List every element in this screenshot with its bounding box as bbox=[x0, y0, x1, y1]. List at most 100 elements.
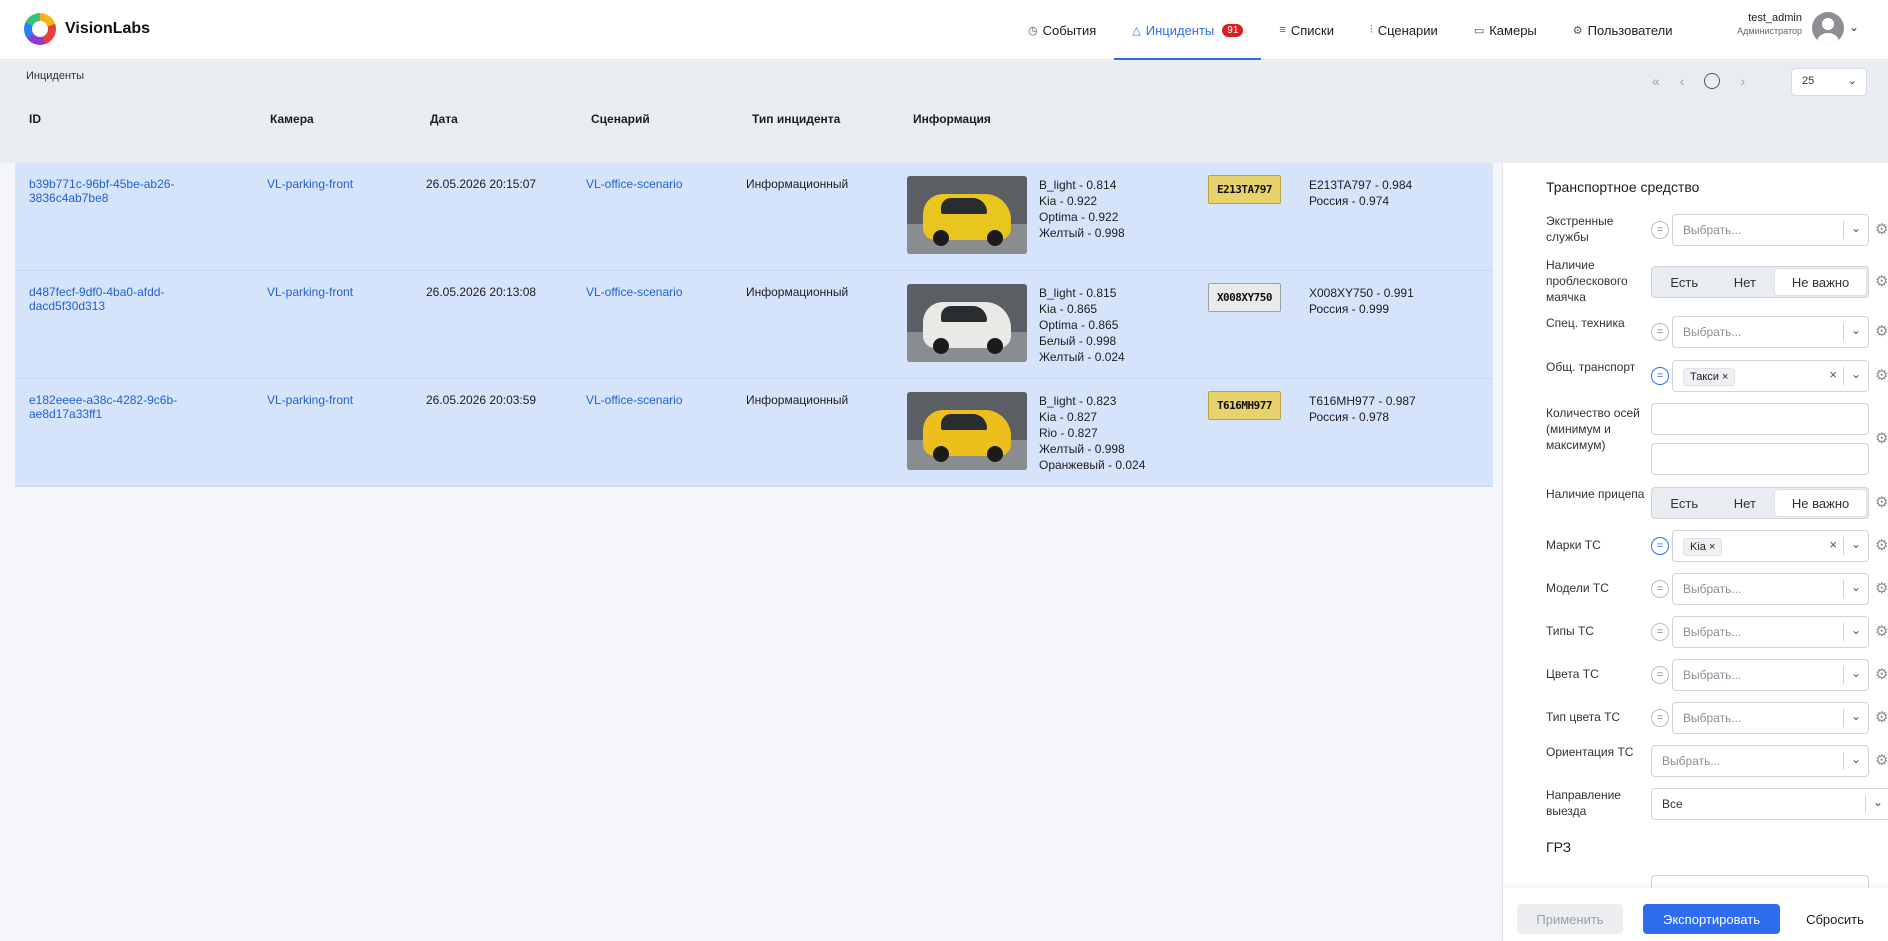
chip-taxi[interactable]: Такси × bbox=[1683, 368, 1736, 386]
plate-thumbnail[interactable]: T616MH977 bbox=[1208, 391, 1281, 420]
clear-icon[interactable]: × bbox=[1829, 537, 1837, 552]
gear-icon[interactable]: ⚙ bbox=[1875, 431, 1888, 447]
segment-option[interactable]: Не важно bbox=[1775, 269, 1867, 295]
emergency-select[interactable]: Выбрать... ⌄ bbox=[1672, 214, 1869, 246]
equals-toggle-icon[interactable]: = bbox=[1651, 221, 1669, 239]
chevron-down-icon: ⌄ bbox=[1850, 623, 1861, 637]
filter-label: Ориентация ТС bbox=[1546, 745, 1634, 759]
table-row[interactable]: b39b771c-96bf-45be-ab26- 3836c4ab7be8 VL-p… bbox=[15, 163, 1493, 271]
trailer-segmented[interactable]: Есть Нет Не важно bbox=[1651, 487, 1869, 519]
special-select[interactable]: Выбрать... ⌄ bbox=[1672, 316, 1869, 348]
attribute-line: Optima - 0.865 bbox=[1039, 318, 1119, 332]
nav-item-4[interactable]: ▭ Камеры bbox=[1456, 0, 1555, 60]
scenario-link[interactable]: VL-office-scenario bbox=[586, 285, 683, 299]
logo[interactable]: VisionLabs bbox=[24, 13, 150, 45]
prev-page-icon[interactable]: ‹ bbox=[1680, 73, 1685, 89]
gear-icon[interactable]: ⚙ bbox=[1875, 753, 1888, 769]
gear-icon[interactable]: ⚙ bbox=[1875, 324, 1888, 340]
close-icon[interactable]: × bbox=[1709, 541, 1715, 553]
incident-id-link[interactable]: d487fecf-9df0-4ba0-afdd-dacd5f30d313 bbox=[29, 285, 164, 313]
orientation-select[interactable]: Выбрать... ⌄ bbox=[1651, 745, 1869, 777]
equals-toggle-icon[interactable]: = bbox=[1651, 367, 1669, 385]
camera-link[interactable]: VL-parking-front bbox=[267, 177, 353, 191]
gear-icon[interactable]: ⚙ bbox=[1875, 624, 1888, 640]
camera-link[interactable]: VL-parking-front bbox=[267, 393, 353, 407]
gear-icon[interactable]: ⚙ bbox=[1875, 581, 1888, 597]
filter-label: Экстренные службы bbox=[1546, 214, 1614, 244]
segment-option[interactable]: Есть bbox=[1654, 490, 1715, 516]
plate-thumbnail[interactable]: E213TA797 bbox=[1208, 175, 1281, 204]
apply-button[interactable]: Применить bbox=[1517, 904, 1623, 934]
col-camera[interactable]: Камера bbox=[270, 112, 314, 126]
chip-kia[interactable]: Kia × bbox=[1683, 538, 1723, 556]
page-size-select[interactable]: 25 ⌄ bbox=[1791, 68, 1867, 96]
nav-item-1[interactable]: △ Инциденты 91 bbox=[1114, 0, 1262, 60]
breadcrumb: Инциденты bbox=[26, 70, 84, 82]
scenario-link[interactable]: VL-office-scenario bbox=[586, 177, 683, 191]
vehicle-thumbnail[interactable] bbox=[907, 392, 1027, 470]
axles-min-input[interactable] bbox=[1651, 403, 1869, 435]
clear-icon[interactable]: × bbox=[1829, 367, 1837, 382]
equals-toggle-icon[interactable]: = bbox=[1651, 323, 1669, 341]
equals-toggle-icon[interactable]: = bbox=[1651, 623, 1669, 641]
nav-label: Камеры bbox=[1489, 22, 1537, 38]
export-button[interactable]: Экспортировать bbox=[1643, 904, 1780, 934]
col-scenario[interactable]: Сценарий bbox=[591, 112, 650, 126]
gear-icon[interactable]: ⚙ bbox=[1875, 274, 1888, 290]
camera-link[interactable]: VL-parking-front bbox=[267, 285, 353, 299]
direction-select[interactable]: Все ⌄ bbox=[1651, 788, 1888, 820]
segment-option[interactable]: Нет bbox=[1715, 269, 1776, 295]
gear-icon[interactable]: ⚙ bbox=[1875, 368, 1888, 384]
equals-toggle-icon[interactable]: = bbox=[1651, 580, 1669, 598]
equals-toggle-icon[interactable]: = bbox=[1651, 537, 1669, 555]
gear-icon[interactable]: ⚙ bbox=[1875, 222, 1888, 238]
brands-select[interactable]: Kia × × ⌄ bbox=[1672, 530, 1869, 562]
col-type[interactable]: Тип инцидента bbox=[752, 112, 840, 126]
next-page-icon[interactable]: › bbox=[1740, 73, 1745, 89]
nav-item-2[interactable]: ≡ Списки bbox=[1261, 0, 1352, 60]
equals-toggle-icon[interactable]: = bbox=[1651, 666, 1669, 684]
scenario-link[interactable]: VL-office-scenario bbox=[586, 393, 683, 407]
plate-thumbnail[interactable]: X008XY750 bbox=[1208, 283, 1281, 312]
reset-button[interactable]: Сбросить bbox=[1793, 904, 1877, 934]
close-icon[interactable]: × bbox=[1722, 371, 1728, 383]
table-row[interactable]: e182eeee-a38c-4282-9c6b-ae8d17a33ff1 VL-p… bbox=[15, 379, 1493, 487]
nav-item-0[interactable]: ◷ События bbox=[1010, 0, 1114, 60]
axles-max-input[interactable] bbox=[1651, 443, 1869, 475]
color-type-select[interactable]: Выбрать... ⌄ bbox=[1672, 702, 1869, 734]
avatar[interactable] bbox=[1812, 12, 1844, 44]
plate-recognition: T616MH977 - 0.987 Россия - 0.978 bbox=[1309, 393, 1416, 425]
first-page-icon[interactable]: « bbox=[1652, 73, 1660, 89]
table-row[interactable]: d487fecf-9df0-4ba0-afdd-dacd5f30d313 VL-p… bbox=[15, 271, 1493, 379]
public-select[interactable]: Такси × × ⌄ bbox=[1672, 360, 1869, 392]
incident-id-link[interactable]: b39b771c-96bf-45be-ab26- 3836c4ab7be8 bbox=[29, 177, 174, 205]
beacon-segmented[interactable]: Есть Нет Не важно bbox=[1651, 266, 1869, 298]
segment-option[interactable]: Есть bbox=[1654, 269, 1715, 295]
colors-select[interactable]: Выбрать... ⌄ bbox=[1672, 659, 1869, 691]
incident-id-link[interactable]: e182eeee-a38c-4282-9c6b-ae8d17a33ff1 bbox=[29, 393, 177, 421]
list-icon: ≡ bbox=[1279, 24, 1286, 36]
gear-icon[interactable]: ⚙ bbox=[1875, 710, 1888, 726]
nav-item-3[interactable]: ⫶ Сценарии bbox=[1352, 0, 1456, 60]
col-date[interactable]: Дата bbox=[430, 112, 458, 126]
vehicle-thumbnail[interactable] bbox=[907, 284, 1027, 362]
gear-icon[interactable]: ⚙ bbox=[1875, 667, 1888, 683]
gear-icon[interactable]: ⚙ bbox=[1875, 538, 1888, 554]
col-id[interactable]: ID bbox=[29, 112, 41, 126]
segment-option[interactable]: Нет bbox=[1715, 490, 1776, 516]
segment-option[interactable]: Не важно bbox=[1775, 490, 1867, 516]
chevron-down-icon[interactable]: ⌄ bbox=[1849, 20, 1859, 34]
user-info[interactable]: test_admin Администратор bbox=[1734, 12, 1802, 36]
col-info[interactable]: Информация bbox=[913, 112, 991, 126]
attribute-line: Kia - 0.865 bbox=[1039, 302, 1098, 316]
vehicle-thumbnail[interactable] bbox=[907, 176, 1027, 254]
gear-icon[interactable]: ⚙ bbox=[1875, 495, 1888, 511]
chevron-down-icon: ⌄ bbox=[1850, 323, 1861, 337]
select-placeholder: Выбрать... bbox=[1662, 754, 1721, 768]
nav-item-5[interactable]: ⚙ Пользователи bbox=[1555, 0, 1691, 60]
filter-label: Тип цвета ТС bbox=[1546, 710, 1621, 724]
incident-id-part: 3836c4ab7be8 bbox=[29, 191, 109, 205]
equals-toggle-icon[interactable]: = bbox=[1651, 709, 1669, 727]
types-select[interactable]: Выбрать... ⌄ bbox=[1672, 616, 1869, 648]
models-select[interactable]: Выбрать... ⌄ bbox=[1672, 573, 1869, 605]
